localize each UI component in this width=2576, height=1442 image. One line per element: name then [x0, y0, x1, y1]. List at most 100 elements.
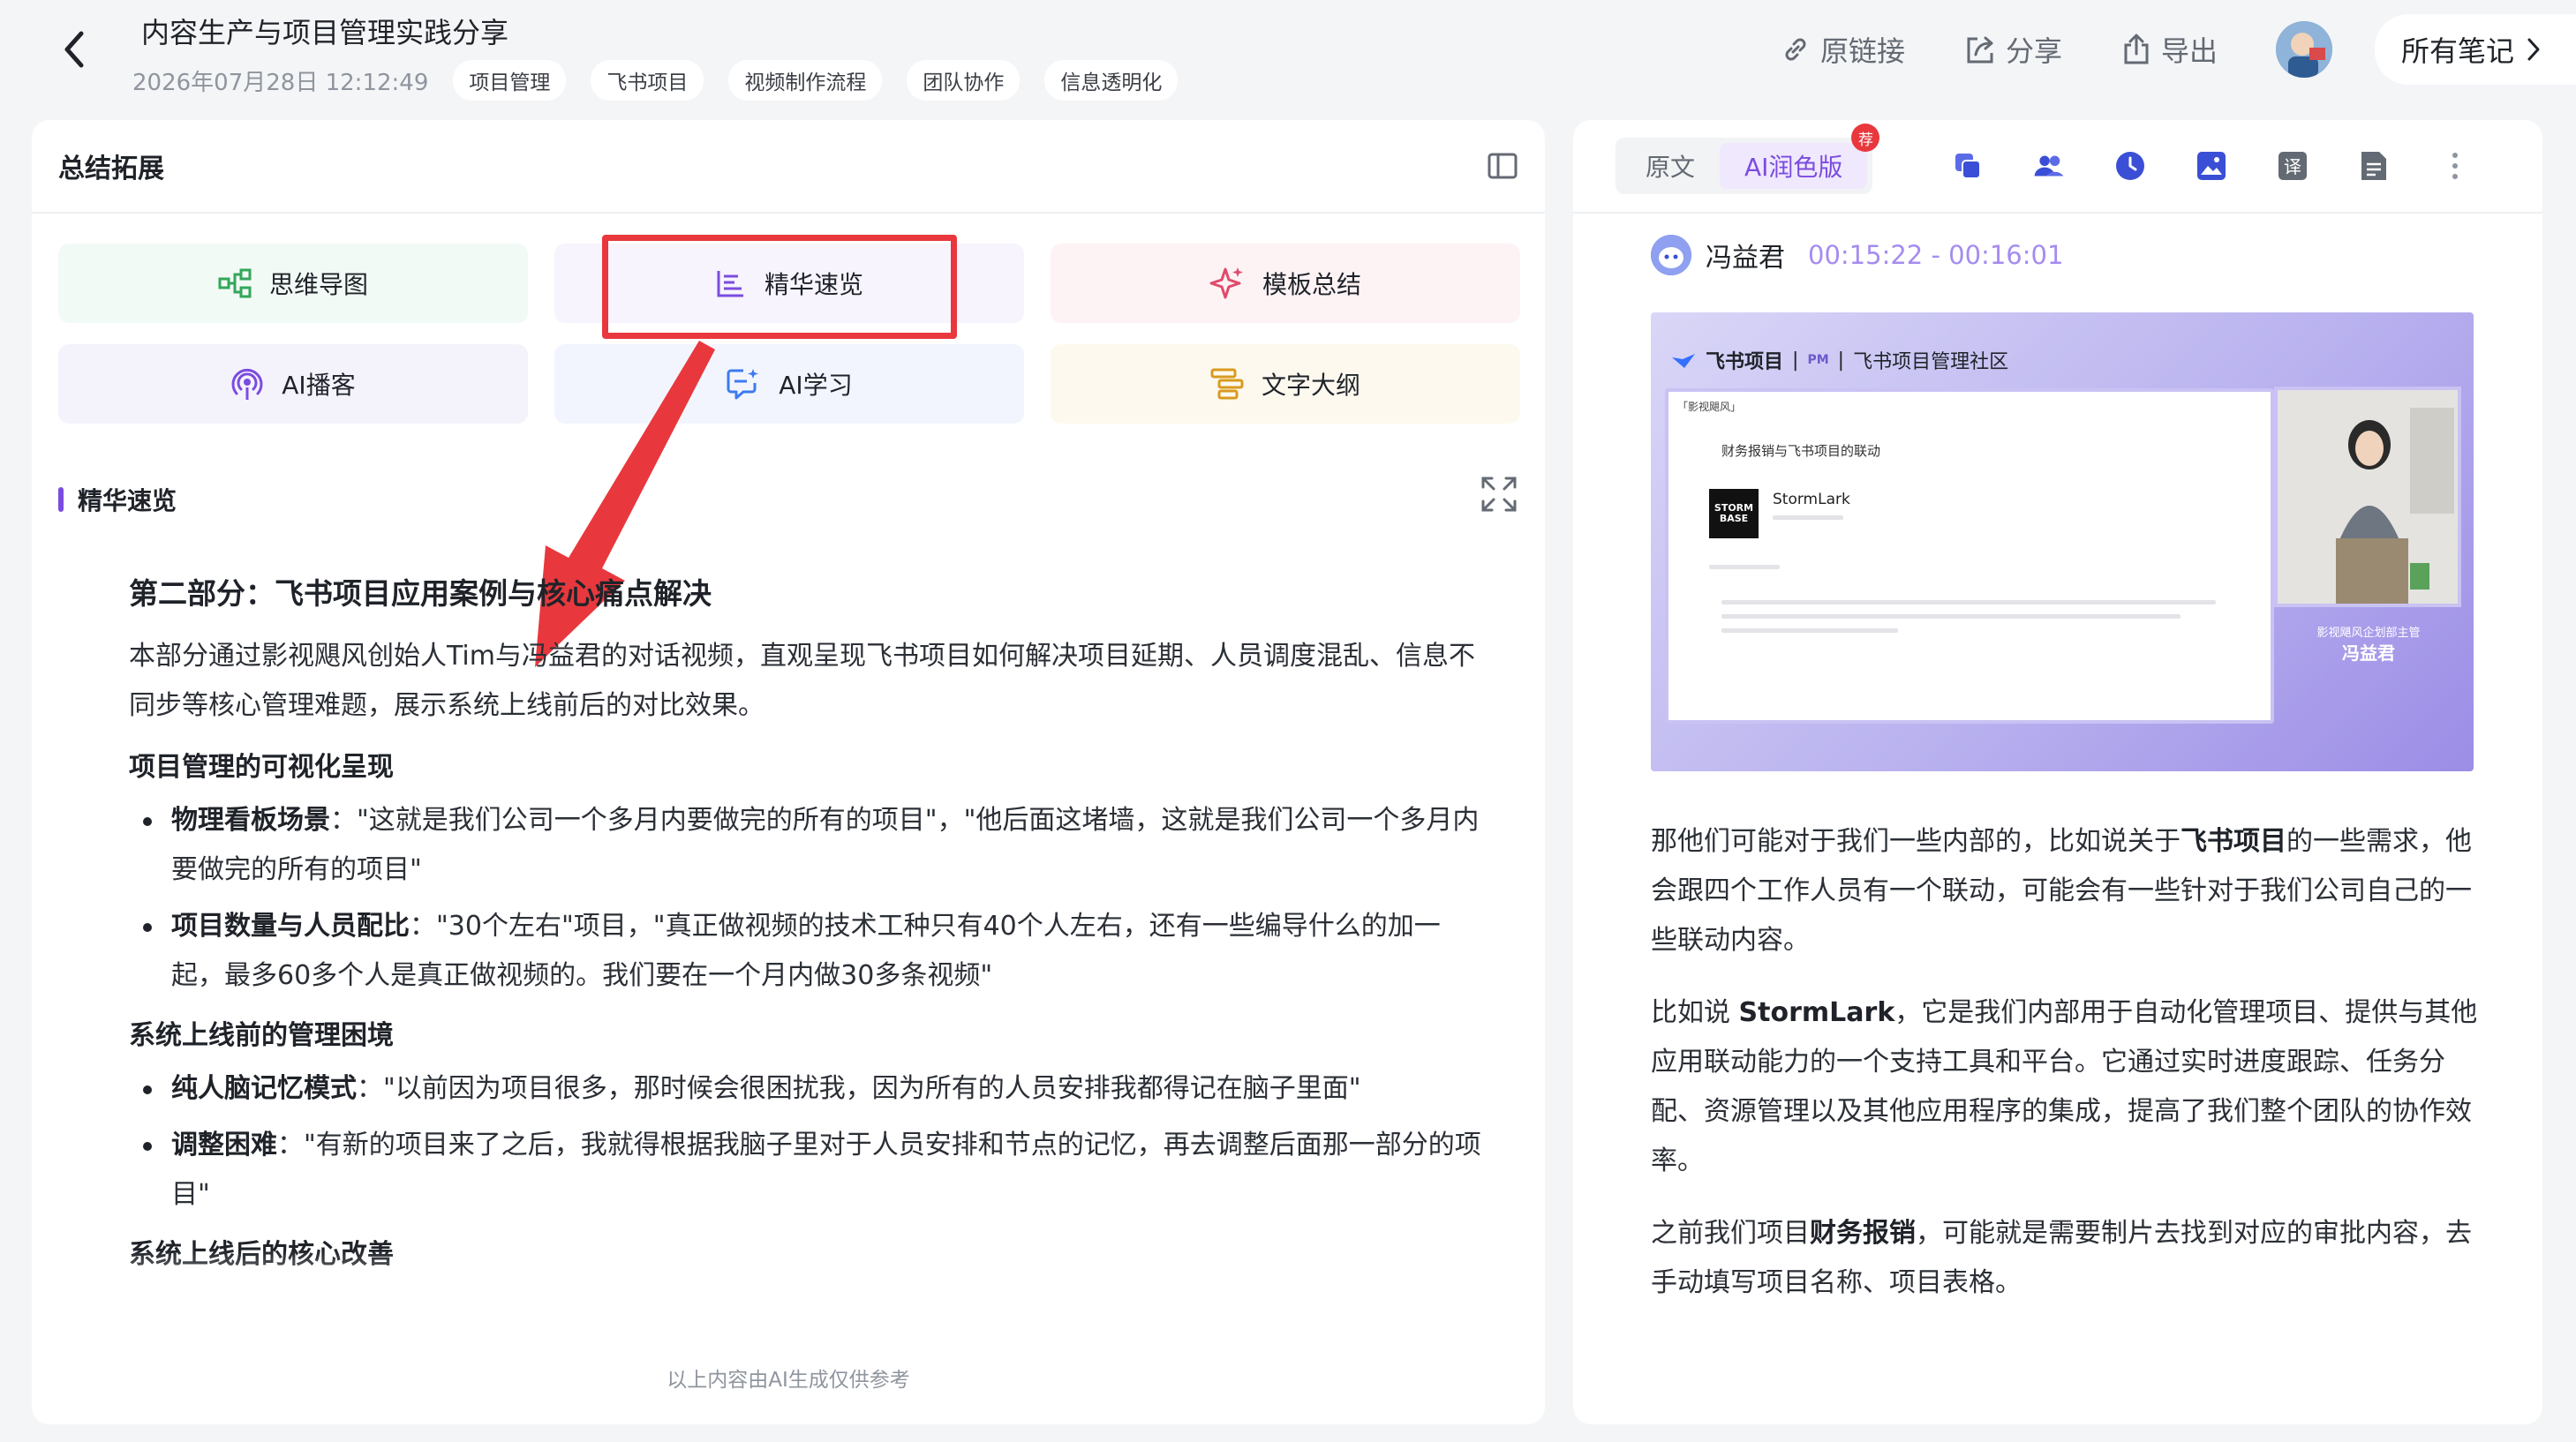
all-notes-button[interactable]: 所有笔记 [2374, 14, 2576, 85]
back-button[interactable] [55, 25, 94, 74]
section-label: 精华速览 [58, 482, 177, 517]
speaker-name[interactable]: 冯益君 [1706, 236, 1785, 274]
content-subheading: 项目管理的可视化呈现 [129, 752, 394, 783]
tool-text-outline[interactable]: 文字大纲 [1051, 344, 1520, 424]
list-item: 项目数量与人员配比："30个左右"项目，"真正做视频的技术工种只有40个人左右，… [129, 902, 1488, 1001]
share-button[interactable]: 分享 [1963, 29, 2062, 70]
image-icon[interactable] [2196, 150, 2227, 182]
header: 内容生产与项目管理实践分享 2026年07月28日 12:12:49 项目管理 … [0, 0, 2576, 115]
tool-ai-podcast[interactable]: AI播客 [58, 344, 528, 424]
tab-ai-polished[interactable]: AI润色版 [1720, 143, 1868, 189]
list-item: 纯人脑记忆模式："以前因为项目很多，那时候会很困扰我，因为所有的人员安排我都得记… [129, 1064, 1488, 1114]
list-item-bold: 项目数量与人员配比 [171, 911, 410, 942]
video-brand-bar: 飞书项目 | PM | 飞书项目管理社区 [1670, 346, 2008, 374]
feishu-logo-icon [1672, 354, 1695, 368]
speaker-video-thumbnail [2274, 387, 2461, 607]
transcript-keyword: 飞书项目 [2181, 826, 2286, 857]
transcript-paragraph[interactable]: 之前我们项目财务报销，可能就是需要制片去找到对应的审批内容，去手动填写项目名称、… [1651, 1209, 2489, 1308]
slide-text-line [1721, 614, 2181, 619]
tag-item[interactable]: 视频制作流程 [728, 60, 883, 101]
content-heading: 第二部分：飞书项目应用案例与核心痛点解决 [129, 576, 712, 611]
speaker-timestamp[interactable]: 00:15:22 - 00:16:01 [1808, 240, 2063, 270]
link-icon [1785, 38, 1806, 61]
tool-highlights[interactable]: 精华速览 [554, 244, 1024, 323]
ai-disclaimer: 以上内容由AI生成仅供参考 [667, 1369, 910, 1392]
page-title: 内容生产与项目管理实践分享 [141, 16, 509, 49]
recommend-badge: 荐 [1851, 124, 1880, 152]
clock-icon[interactable] [2114, 150, 2146, 182]
outline-icon [1210, 368, 1244, 400]
chevron-left-icon [64, 31, 84, 68]
transcript-keyword: StormLark [1738, 997, 1895, 1028]
speakers-icon[interactable] [2033, 150, 2065, 182]
header-actions: 原链接 分享 导出 所有笔记 [1780, 14, 2576, 85]
tool-label: 精华速览 [764, 270, 863, 299]
transcript-paragraph[interactable]: 比如说 StormLark，它是我们内部用于自动化管理项目、提供与其他应用联动能… [1651, 988, 2489, 1186]
tool-label: 文字大纲 [1261, 371, 1360, 400]
document-icon[interactable] [2358, 150, 2390, 182]
video-divider: | [1792, 349, 1799, 372]
source-link-button[interactable]: 原链接 [1780, 29, 1905, 70]
slide-title: 财务报销与飞书项目的联动 [1721, 443, 1881, 459]
transcript-body: 那他们可能对于我们一些内部的，比如说关于飞书项目的一些需求，他会跟四个工作人员有… [1651, 817, 2489, 1331]
chevron-right-icon [2527, 38, 2540, 61]
tool-mindmap[interactable]: 思维导图 [58, 244, 528, 323]
transcript-tool-icons: 译 [1952, 150, 2471, 182]
ai-learn-icon [727, 369, 759, 400]
sparkle-icon [1209, 267, 1243, 299]
highlights-content: 第二部分：飞书项目应用案例与核心痛点解决 本部分通过影视飓风创始人Tim与冯益君… [129, 570, 1488, 1303]
slide-text-line [1721, 600, 2216, 605]
tag-item[interactable]: 飞书项目 [591, 60, 704, 101]
sidebar-toggle-icon[interactable] [1487, 152, 1518, 180]
list-item-bold: 物理看板场景 [171, 805, 330, 836]
copy-icon[interactable] [1952, 150, 1984, 182]
podcast-icon [231, 368, 263, 400]
list-item-text: ："有新的项目来了之后，我就得根据我脑子里对于人员安排和节点的记忆，再去调整后面… [171, 1130, 1481, 1210]
tool-label: 思维导图 [268, 270, 368, 299]
svg-text:译: 译 [2284, 156, 2301, 177]
tool-ai-learning[interactable]: AI学习 [554, 344, 1024, 424]
highlights-icon [717, 271, 743, 297]
content-intro: 本部分通过影视飓风创始人Tim与冯益君的对话视频，直观呈现飞书项目如何解决项目延… [129, 641, 1475, 721]
meta-row: 2026年07月28日 12:12:49 项目管理 飞书项目 视频制作流程 团队… [132, 60, 1179, 101]
share-icon [1967, 36, 1993, 64]
section-label-text: 精华速览 [78, 486, 177, 515]
export-button[interactable]: 导出 [2120, 29, 2218, 70]
tag-item[interactable]: 项目管理 [453, 60, 567, 101]
transcript-text: 那他们可能对于我们一些内部的，比如说关于 [1651, 826, 2181, 857]
transcript-toolbar: 原文 AI润色版 荐 译 [1573, 120, 2542, 214]
transcript-panel: 原文 AI润色版 荐 译 冯益君 00:15:22 - 00:16:01 飞书项… [1573, 120, 2542, 1424]
translate-icon[interactable]: 译 [2277, 150, 2309, 182]
list-item: 物理看板场景："这就是我们公司一个多月内要做完的所有的项目"，"他后面这堵墙，这… [129, 796, 1488, 895]
tool-label: 模板总结 [1262, 270, 1361, 299]
more-icon[interactable] [2439, 150, 2471, 182]
list-item-text: ："以前因为项目很多，那时候会很困扰我，因为所有的人员安排我都得记在脑子里面" [357, 1073, 1361, 1104]
list-item: 调整困难："有新的项目来了之后，我就得根据我脑子里对于人员安排和节点的记忆，再去… [129, 1121, 1488, 1220]
expand-icon[interactable] [1480, 475, 1518, 514]
video-brand: 飞书项目 [1706, 351, 1784, 373]
video-slide: 「影视飓风」 财务报销与飞书项目的联动 STORM BASE StormLark [1665, 388, 2274, 724]
transcript-paragraph[interactable]: 那他们可能对于我们一些内部的，比如说关于飞书项目的一些需求，他会跟四个工作人员有… [1651, 817, 2489, 965]
tag-item[interactable]: 团队协作 [907, 60, 1021, 101]
content-fade [32, 1250, 1545, 1329]
tag-item[interactable]: 信息透明化 [1044, 60, 1179, 101]
transcript-keyword: 财务报销 [1810, 1218, 1916, 1249]
share-label: 分享 [2005, 34, 2062, 68]
tool-template-summary[interactable]: 模板总结 [1051, 244, 1520, 323]
transcript-text: 比如说 [1651, 997, 1739, 1028]
video-frame[interactable]: 飞书项目 | PM | 飞书项目管理社区 「影视飓风」 财务报销与飞书项目的联动… [1651, 312, 2474, 771]
video-community: 飞书项目管理社区 [1853, 351, 2009, 373]
tools-grid: 思维导图 精华速览 模板总结 AI播客 AI学习 文字大纲 [58, 244, 1520, 424]
user-avatar[interactable] [2275, 21, 2332, 78]
summary-panel: 总结拓展 思维导图 精华速览 模板总结 AI播客 AI学习 文字大纲 精华速览 … [32, 120, 1545, 1424]
content-subheading: 系统上线前的管理困境 [129, 1020, 394, 1051]
summary-panel-title: 总结拓展 [58, 154, 164, 184]
slide-text-line [1709, 565, 1780, 569]
transcript-text: 之前我们项目 [1651, 1218, 1810, 1249]
slide-text-line [1773, 515, 1843, 520]
mindmap-icon [218, 268, 252, 298]
video-divider: | [1837, 349, 1845, 372]
pm-logo-icon: PM [1807, 353, 1829, 367]
source-link-label: 原链接 [1819, 34, 1905, 68]
tab-original[interactable]: 原文 [1621, 143, 1720, 189]
